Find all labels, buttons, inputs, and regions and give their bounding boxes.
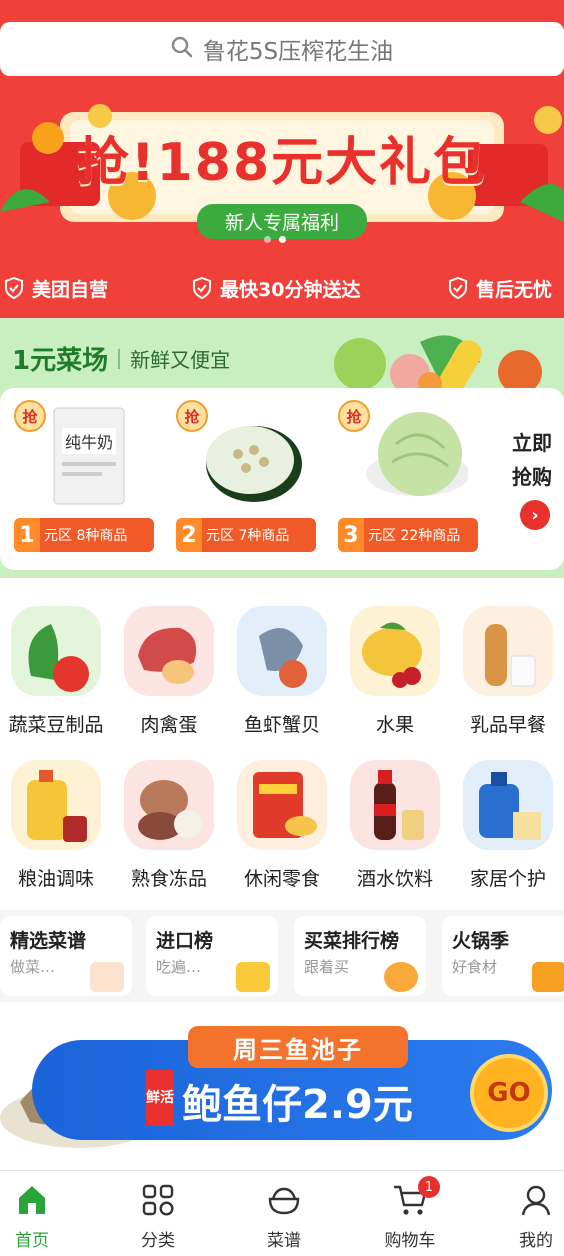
milk-image: 纯牛奶: [32, 404, 144, 508]
market-header[interactable]: 1元菜场 新鲜又便宜: [12, 340, 230, 377]
fish-banner-title: 周三鱼池子: [188, 1026, 408, 1068]
banner-pagination: [264, 236, 286, 243]
tab-recipes[interactable]: 菜谱: [244, 1180, 324, 1251]
category-deli-frozen[interactable]: 熟食冻品: [113, 760, 225, 891]
category-seafood[interactable]: 鱼虾蟹贝: [226, 606, 338, 737]
cart-count-badge: 1: [418, 1176, 440, 1198]
grid-icon: [138, 1180, 178, 1220]
home-icon: [12, 1180, 52, 1220]
grab-badge: 抢: [176, 400, 208, 432]
zone-2-yuan[interactable]: 抢 2 元区 7种商品: [176, 400, 326, 560]
go-button[interactable]: GO: [470, 1054, 548, 1132]
category-grain-oil[interactable]: 粮油调味: [0, 760, 112, 891]
category-snacks[interactable]: 休闲零食: [226, 760, 338, 891]
vegetable-icon: [11, 606, 101, 696]
tab-home[interactable]: 首页: [0, 1180, 72, 1251]
shield-check-icon: [449, 277, 467, 299]
cola-icon: [350, 760, 440, 850]
fish-icon: [237, 606, 327, 696]
category-vegetables[interactable]: 蔬菜豆制品: [0, 606, 112, 737]
guarantee-item: 最快30分钟送达: [192, 275, 360, 302]
tab-profile[interactable]: 我的: [496, 1180, 564, 1251]
wax-gourd-image: [194, 404, 306, 508]
search-icon: [171, 36, 193, 62]
promo-title: 抢!188元大礼包: [76, 133, 488, 193]
vegetables-illustration: [334, 335, 542, 396]
category-dairy-breakfast[interactable]: 乳品早餐: [452, 606, 564, 737]
pagination-dot: [264, 236, 271, 243]
pagination-dot-active: [279, 236, 286, 243]
cabbage-image: [356, 404, 470, 508]
card-hotpot[interactable]: 火锅季 好食材: [442, 916, 564, 996]
card-recipes[interactable]: 精选菜谱 做菜…: [0, 916, 132, 996]
category-drinks[interactable]: 酒水饮料: [339, 760, 451, 891]
grab-badge: 抢: [338, 400, 370, 432]
zone-tag: 1 元区 8种商品: [14, 518, 154, 552]
divider: [118, 348, 121, 369]
bread-icon: [463, 606, 553, 696]
card-ranking[interactable]: 买菜排行榜 跟着买: [294, 916, 426, 996]
market-subtitle: 新鲜又便宜: [130, 348, 231, 372]
meat-icon: [124, 606, 214, 696]
shield-check-icon: [193, 277, 211, 299]
deli-icon: [124, 760, 214, 850]
promo-pill[interactable]: 新人专属福利: [196, 204, 368, 239]
chevron-right-icon[interactable]: ›: [520, 500, 550, 530]
trophy-icon: [236, 962, 270, 992]
search-bar[interactable]: 鲁花5S压榨花生油: [0, 22, 564, 76]
shield-check-icon: [5, 277, 23, 299]
rice-bowl-icon: [264, 1180, 304, 1220]
fish-banner-headline: 鲍鱼仔2.9元: [182, 1082, 413, 1128]
svg-text:纯牛奶: 纯牛奶: [65, 433, 113, 452]
buy-now-label[interactable]: 立即抢购: [512, 426, 560, 494]
fruit-icon: [350, 606, 440, 696]
market-title: 1元菜场: [12, 346, 109, 376]
zone-tag: 3 元区 22种商品: [338, 518, 478, 552]
zone-1-yuan[interactable]: 纯牛奶 抢 1 元区 8种商品: [14, 400, 164, 560]
card-imports[interactable]: 进口榜 吃遍…: [146, 916, 278, 996]
user-icon: [516, 1180, 556, 1220]
guarantee-item: 美团自营: [4, 275, 108, 302]
search-placeholder: 鲁花5S压榨花生油: [202, 39, 394, 65]
fresh-tag: 鲜活: [146, 1070, 174, 1126]
grab-badge: 抢: [14, 400, 46, 432]
hotpot-icon: [532, 962, 564, 992]
category-meat-eggs[interactable]: 肉禽蛋: [113, 606, 225, 737]
detergent-icon: [463, 760, 553, 850]
bowl-icon: [90, 962, 124, 992]
category-home-care[interactable]: 家居个护: [452, 760, 564, 891]
medal-icon: [384, 962, 418, 992]
zone-3-yuan[interactable]: 抢 3 元区 22种商品: [338, 400, 488, 560]
chips-icon: [237, 760, 327, 850]
zone-tag: 2 元区 7种商品: [176, 518, 316, 552]
guarantee-item: 售后无忧: [448, 275, 552, 302]
oil-bottle-icon: [11, 760, 101, 850]
category-fruit[interactable]: 水果: [339, 606, 451, 737]
tab-category[interactable]: 分类: [118, 1180, 198, 1251]
guarantee-strip: 美团自营 最快30分钟送达 售后无忧: [0, 270, 564, 306]
tab-cart[interactable]: 1 购物车: [370, 1176, 450, 1251]
